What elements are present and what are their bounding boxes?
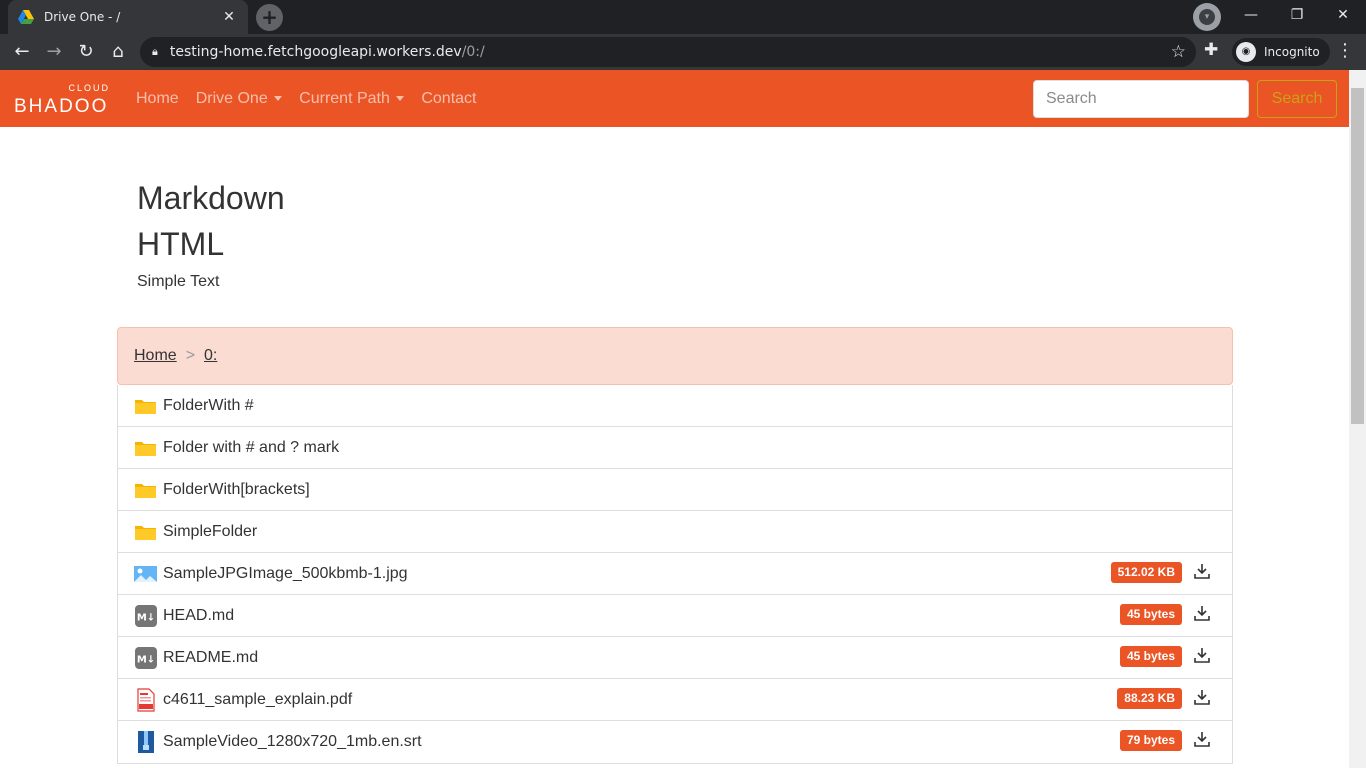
file-name: FolderWith #: [163, 396, 254, 414]
address-bar[interactable]: 🔒︎ testing-home.fetchgoogleapi.workers.d…: [140, 37, 1196, 67]
brand-logo-top: CLOUD: [68, 82, 110, 93]
folder-icon: [134, 522, 157, 542]
list-item[interactable]: FolderWith #: [118, 385, 1232, 427]
browser-tab-bar: Drive One - / ✕ + ▾ — ❐ ✕: [0, 0, 1366, 34]
folder-icon: [134, 438, 157, 458]
nav-drive-label: Drive One: [195, 89, 268, 107]
list-item[interactable]: SimpleFolder: [118, 511, 1232, 553]
file-name: Folder with # and ? mark: [163, 438, 340, 456]
pdf-file-icon: [134, 687, 157, 712]
svg-text:M↓: M↓: [136, 654, 154, 665]
browser-menu-icon[interactable]: ⋮: [1336, 40, 1354, 61]
breadcrumb-current-link[interactable]: 0:: [204, 347, 217, 365]
search-button[interactable]: Search: [1257, 80, 1337, 118]
caret-down-icon: [274, 95, 283, 101]
file-name: FolderWith[brackets]: [163, 480, 310, 498]
file-name: HEAD.md: [163, 606, 235, 624]
site-navbar: CLOUD BHADOO Home Drive One Current Path…: [0, 70, 1349, 127]
nav-drive-dropdown[interactable]: Drive One: [195, 89, 283, 108]
url-path: /0:/: [461, 44, 485, 60]
caret-down-icon: [396, 95, 405, 101]
nav-home-link[interactable]: Home: [136, 90, 179, 108]
readme-content: Markdown HTML Simple Text: [137, 175, 285, 291]
minimize-icon[interactable]: —: [1228, 0, 1274, 30]
reload-icon[interactable]: ↻: [74, 40, 98, 64]
incognito-icon: ◉: [1236, 42, 1256, 62]
download-icon[interactable]: [1192, 603, 1212, 623]
readme-text: Simple Text: [137, 273, 220, 290]
web-page: CLOUD BHADOO Home Drive One Current Path…: [0, 70, 1349, 768]
profile-menu-icon[interactable]: ▾: [1193, 3, 1221, 31]
svg-text:M↓: M↓: [136, 612, 154, 623]
browser-toolbar: ← → ↻ ⌂ 🔒︎ testing-home.fetchgoogleapi.w…: [0, 34, 1366, 70]
file-list: FolderWith # Folder with # and ? mark Fo…: [117, 385, 1233, 764]
list-item[interactable]: FolderWith[brackets]: [118, 469, 1232, 511]
file-name: SimpleFolder: [163, 522, 258, 540]
browser-tab[interactable]: Drive One - / ✕: [8, 0, 248, 34]
download-icon[interactable]: [1192, 561, 1212, 581]
list-item[interactable]: SampleVideo_1280x720_1mb.en.srt 79 bytes: [118, 721, 1232, 763]
markdown-file-icon: M↓: [134, 646, 157, 669]
search-input[interactable]: [1033, 80, 1249, 118]
download-icon[interactable]: [1192, 729, 1212, 749]
folder-icon: [134, 480, 157, 500]
list-item[interactable]: SampleJPGImage_500kbmb-1.jpg 512.02 KB: [118, 553, 1232, 595]
lock-icon: 🔒︎: [152, 45, 158, 58]
extensions-puzzle-icon[interactable]: ✚: [1204, 40, 1218, 60]
folder-icon: [134, 396, 157, 416]
image-file-icon: [134, 564, 157, 584]
markdown-file-icon: M↓: [134, 604, 157, 627]
download-icon[interactable]: [1192, 645, 1212, 665]
file-name: c4611_sample_explain.pdf: [163, 690, 353, 708]
file-size-badge: 45 bytes: [1119, 604, 1182, 625]
forward-icon[interactable]: →: [42, 40, 66, 64]
scrollbar-thumb[interactable]: [1351, 88, 1364, 424]
file-name: SampleVideo_1280x720_1mb.en.srt: [163, 733, 422, 750]
back-icon[interactable]: ←: [10, 40, 34, 64]
breadcrumb: Home > 0:: [117, 327, 1233, 385]
list-item[interactable]: M↓ HEAD.md 45 bytes: [118, 595, 1232, 637]
list-item[interactable]: Folder with # and ? mark: [118, 427, 1232, 469]
file-size-badge: 512.02 KB: [1110, 562, 1182, 583]
list-item[interactable]: c4611_sample_explain.pdf 88.23 KB: [118, 679, 1232, 721]
file-size-badge: 88.23 KB: [1117, 688, 1182, 709]
readme-heading-html: HTML: [137, 226, 225, 262]
page-scrollbar[interactable]: [1349, 70, 1366, 768]
restore-icon[interactable]: ❐: [1274, 0, 1320, 30]
file-name: SampleJPGImage_500kbmb-1.jpg: [163, 564, 408, 582]
url-host: testing-home.fetchgoogleapi.workers.dev: [169, 44, 462, 60]
list-item[interactable]: M↓ README.md 45 bytes: [118, 637, 1232, 679]
brand-logo-main: BHADOO: [14, 95, 109, 117]
readme-heading-markdown: Markdown: [137, 180, 285, 216]
close-window-icon[interactable]: ✕: [1320, 0, 1366, 30]
breadcrumb-separator: >: [185, 347, 196, 364]
breadcrumb-home-link[interactable]: Home: [134, 347, 177, 365]
file-size-badge: 45 bytes: [1119, 646, 1182, 667]
download-icon[interactable]: [1192, 687, 1212, 707]
nav-current-path-dropdown[interactable]: Current Path: [299, 89, 405, 108]
file-size-badge: 79 bytes: [1119, 730, 1182, 751]
new-tab-button[interactable]: +: [256, 4, 283, 31]
google-drive-icon: [18, 10, 34, 24]
bookmark-star-icon[interactable]: ☆: [1171, 42, 1186, 62]
nav-contact-link[interactable]: Contact: [421, 90, 476, 108]
close-tab-icon[interactable]: ✕: [220, 9, 238, 25]
tab-title: Drive One - /: [44, 10, 121, 24]
incognito-indicator[interactable]: ◉ Incognito: [1232, 38, 1330, 66]
home-icon[interactable]: ⌂: [106, 40, 130, 64]
nav-current-path-label: Current Path: [299, 89, 390, 107]
zip-file-icon: [134, 731, 157, 753]
brand-logo[interactable]: CLOUD BHADOO: [14, 79, 110, 119]
incognito-label: Incognito: [1264, 45, 1320, 59]
file-name: README.md: [163, 648, 259, 666]
